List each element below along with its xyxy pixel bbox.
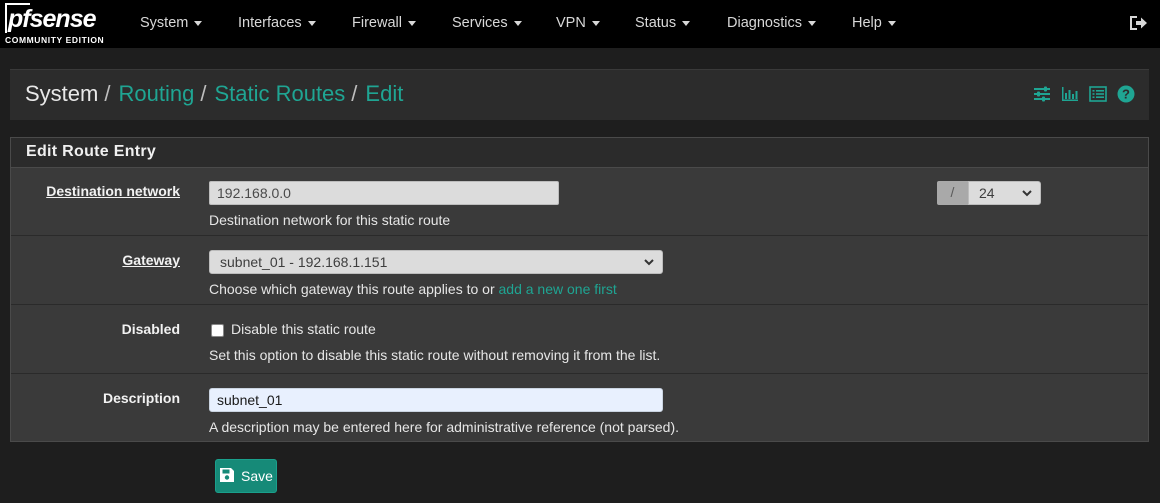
breadcrumb-shortcuts: ? [1033,85,1135,103]
nav-help[interactable]: Help [852,0,896,48]
nav-label: System [140,15,189,31]
breadcrumb-routing[interactable]: Routing [118,81,194,106]
breadcrumb-separator: / [200,81,207,106]
cidr-select-value: 24 [979,185,995,201]
logo-edition: COMMUNITY EDITION [5,35,105,45]
row-gateway: Gateway subnet_01 - 192.168.1.151 Choose… [11,236,1148,305]
nav-label: Diagnostics [727,15,802,31]
gateway-select-value: subnet_01 - 192.168.1.151 [220,254,388,270]
nav-label: VPN [556,15,586,31]
add-gateway-link[interactable]: add a new one first [499,281,617,297]
nav-label: Services [452,15,508,31]
nav-label: Interfaces [238,15,302,31]
sign-out-icon[interactable] [1128,14,1148,32]
breadcrumb-system: System [25,81,99,106]
chevron-down-icon [1022,186,1032,200]
caret-down-icon [591,20,600,26]
logo-wordmark: pfsense [5,3,96,33]
top-navbar: pfsense COMMUNITY EDITION System Interfa… [0,0,1160,48]
panel-title: Edit Route Entry [26,143,157,160]
disabled-help: Set this option to disable this static r… [209,347,661,363]
caret-down-icon [194,20,203,26]
description-help: A description may be entered here for ad… [209,419,680,435]
gateway-label[interactable]: Gateway [122,252,180,268]
breadcrumb-static-routes[interactable]: Static Routes [214,81,345,106]
disabled-label: Disabled [121,321,180,337]
cidr-separator-addon: / [937,181,968,205]
destination-network-help: Destination network for this static rout… [209,212,451,228]
nav-status[interactable]: Status [635,0,691,48]
nav-system[interactable]: System [140,0,203,48]
panel-heading: Edit Route Entry [11,138,1148,168]
sliders-icon[interactable] [1033,85,1051,103]
breadcrumb-separator: / [104,81,111,106]
row-description: Description subnet_01 A description may … [11,374,1148,442]
row-disabled: Disabled Disable this static route Set t… [11,305,1148,374]
gateway-select[interactable]: subnet_01 - 192.168.1.151 [209,250,663,274]
caret-down-icon [887,20,896,26]
gateway-help-text: Choose which gateway this route applies … [209,281,499,297]
save-button-label: Save [241,468,273,484]
description-input[interactable]: subnet_01 [209,388,663,412]
cidr-select[interactable]: 24 [968,181,1041,205]
floppy-disk-icon [219,467,235,486]
description-label: Description [102,390,180,406]
nav-label: Firewall [352,15,402,31]
destination-network-label[interactable]: Destination network [46,183,180,199]
save-button[interactable]: Save [215,459,277,493]
nav-vpn[interactable]: VPN [556,0,600,48]
breadcrumb-bar: System / Routing / Static Routes / Edit ? [10,69,1149,120]
breadcrumb-edit[interactable]: Edit [365,81,403,106]
destination-network-input[interactable]: 192.168.0.0 [209,181,559,205]
caret-down-icon [807,20,816,26]
caret-down-icon [513,20,522,26]
svg-text:?: ? [1122,87,1130,102]
caret-down-icon [307,20,316,26]
nav-diagnostics[interactable]: Diagnostics [727,0,816,48]
nav-services[interactable]: Services [452,0,522,48]
question-circle-icon[interactable]: ? [1117,85,1135,103]
nav-firewall[interactable]: Firewall [352,0,416,48]
gateway-help: Choose which gateway this route applies … [209,281,617,297]
disable-route-checkbox[interactable] [211,324,224,337]
bar-chart-icon[interactable] [1061,85,1079,103]
chevron-down-icon [644,255,654,269]
pfsense-logo[interactable]: pfsense COMMUNITY EDITION [0,0,120,48]
edit-route-panel: Edit Route Entry Destination network 192… [10,137,1149,442]
row-destination-network: Destination network 192.168.0.0 / 24 Des… [11,167,1148,236]
breadcrumb-separator: / [351,81,358,106]
breadcrumb: System / Routing / Static Routes / Edit [25,81,403,107]
caret-down-icon [407,20,416,26]
disable-route-checkbox-label[interactable]: Disable this static route [231,321,376,337]
list-icon[interactable] [1089,85,1107,103]
nav-interfaces[interactable]: Interfaces [238,0,316,48]
caret-down-icon [682,20,691,26]
nav-label: Status [635,15,677,31]
nav-label: Help [852,15,882,31]
